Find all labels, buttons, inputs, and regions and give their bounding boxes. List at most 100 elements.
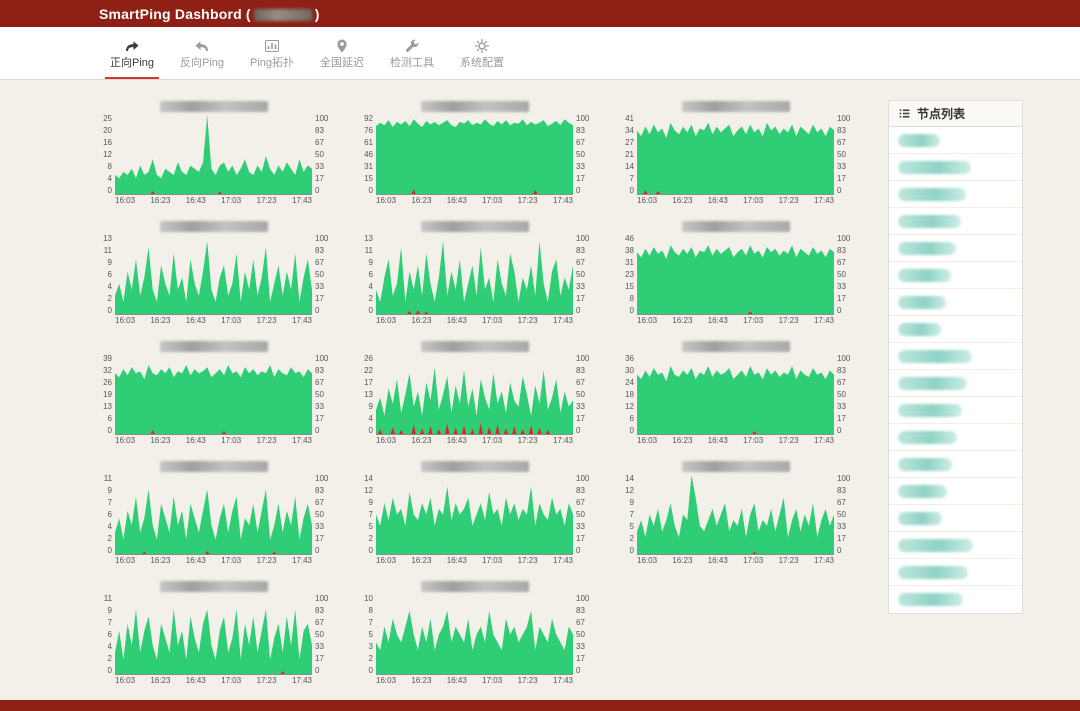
y-tick-left: 0: [629, 306, 634, 315]
x-tick-label: 16:23: [150, 556, 171, 565]
y-tick-right: 17: [576, 654, 585, 663]
y-tick-left: 9: [107, 606, 112, 615]
chart-title-row: [617, 220, 854, 233]
y-tick-left: 2: [107, 534, 112, 543]
y-axis-right: 100 83 67 50 33 17 0: [834, 475, 854, 555]
y-tick-left: 0: [629, 186, 634, 195]
y-tick-left: 12: [103, 150, 112, 159]
node-list-item[interactable]: [889, 532, 1022, 559]
node-list-item[interactable]: [889, 370, 1022, 397]
y-tick-left: 2: [107, 294, 112, 303]
y-tick-right: 67: [576, 258, 585, 267]
y-tick-left: 13: [103, 402, 112, 411]
x-tick-label: 17:43: [813, 556, 834, 565]
charts-grid: 25 20 16 12 8 4 0 100 83 67 50 33 17 0 16:03 16:23 16:…: [95, 100, 854, 686]
ping-chart-card-3[interactable]: 41 34 27 21 14 7 0 100 83 67 50 33 17 0 16:03 16:23 16…: [617, 100, 854, 206]
ping-chart-card-2[interactable]: 92 76 61 46 31 15 0 100 83 67 50 33 17 0 16:03 16:23 1…: [356, 100, 593, 206]
ping-chart-card-12[interactable]: 14 12 9 7 5 2 0 100 83 67 50 33 17 0 16:03 16:23 16:43…: [617, 460, 854, 566]
node-list-item[interactable]: [889, 235, 1022, 262]
x-tick-label: 16:03: [376, 196, 397, 205]
node-list-item[interactable]: [889, 397, 1022, 424]
nav-tab-detection-tools[interactable]: 检测工具: [377, 27, 447, 79]
chart-plot-area: [115, 115, 312, 195]
back-arrow-icon: [194, 38, 210, 54]
x-axis: 16:03 16:23 16:43 17:03 17:23 17:43: [376, 556, 573, 566]
nav-tab-label: 系统配置: [460, 56, 504, 69]
ping-chart-card-8[interactable]: 26 22 17 13 9 4 0 100 83 67 50 33 17 0 16:03 16:23 16:…: [356, 340, 593, 446]
ping-chart-card-9[interactable]: 36 30 24 18 12 6 0 100 83 67 50 33 17 0 16:03 16:23 16…: [617, 340, 854, 446]
nav-tab-system-config[interactable]: 系统配置: [447, 27, 517, 79]
node-list-item[interactable]: [889, 586, 1022, 613]
ping-chart-card-14[interactable]: 10 8 7 5 3 2 0 100 83 67 50 33 17 0 16:03 16:23 16:43 1…: [356, 580, 593, 686]
x-tick-label: 17:23: [256, 436, 277, 445]
nav-tab-national-latency[interactable]: 全国延迟: [307, 27, 377, 79]
chart-title-redacted: [159, 101, 268, 112]
chart-title-redacted: [420, 461, 529, 472]
y-tick-right: 83: [837, 486, 846, 495]
node-list-item[interactable]: [889, 505, 1022, 532]
x-tick-label: 16:03: [115, 436, 136, 445]
ping-chart-card-11[interactable]: 14 12 9 7 5 2 0 100 83 67 50 33 17 0 16:03 16:23 16:43…: [356, 460, 593, 566]
ping-chart-card-1[interactable]: 25 20 16 12 8 4 0 100 83 67 50 33 17 0 16:03 16:23 16:…: [95, 100, 332, 206]
node-list-item[interactable]: [889, 424, 1022, 451]
node-list-item[interactable]: [889, 343, 1022, 370]
x-tick-label: 17:43: [291, 196, 312, 205]
x-tick-label: 16:03: [376, 436, 397, 445]
chart-plot-row: 36 30 24 18 12 6 0 100 83 67 50 33 17 0: [617, 355, 854, 435]
y-axis-left: 14 12 9 7 5 2 0: [617, 475, 637, 555]
area-chart-svg: [115, 365, 312, 434]
node-list-item[interactable]: [889, 208, 1022, 235]
node-list-item[interactable]: [889, 154, 1022, 181]
x-tick-label: 17:43: [552, 556, 573, 565]
ping-chart-card-10[interactable]: 11 9 7 6 4 2 0 100 83 67 50 33 17 0 16:03 16:23 16:43 1…: [95, 460, 332, 566]
chart-plot-row: 39 32 26 19 13 6 0 100 83 67 50 33 17 0: [95, 355, 332, 435]
chart-plot-area: [115, 235, 312, 315]
y-tick-right: 17: [576, 414, 585, 423]
nav-tab-forward-ping[interactable]: 正向Ping: [97, 27, 167, 79]
x-tick-label: 17:03: [482, 196, 503, 205]
area-chart-svg: [637, 245, 834, 314]
list-icon: [898, 107, 911, 120]
ping-chart-card-5[interactable]: 13 11 9 6 4 2 0 100 83 67 50 33 17 0 16:03 16:23 16:43…: [356, 220, 593, 326]
chart-title-row: [356, 460, 593, 473]
x-tick-label: 16:23: [411, 556, 432, 565]
y-tick-left: 14: [625, 474, 634, 483]
node-label-redacted: [898, 268, 951, 282]
y-tick-left: 61: [364, 138, 373, 147]
y-tick-left: 4: [107, 642, 112, 651]
y-tick-right: 50: [315, 150, 324, 159]
y-tick-left: 0: [107, 306, 112, 315]
node-list-item[interactable]: [889, 478, 1022, 505]
node-list-item[interactable]: [889, 289, 1022, 316]
node-list-item[interactable]: [889, 559, 1022, 586]
y-axis-right: 100 83 67 50 33 17 0: [312, 115, 332, 195]
ping-chart-card-13[interactable]: 11 9 7 6 4 2 0 100 83 67 50 33 17 0 16:03 16:23 16:43 1…: [95, 580, 332, 686]
ping-chart-card-4[interactable]: 13 11 9 6 4 2 0 100 83 67 50 33 17 0 16:03 16:23 16:43…: [95, 220, 332, 326]
node-list-item[interactable]: [889, 262, 1022, 289]
y-tick-left: 0: [107, 546, 112, 555]
node-list-item[interactable]: [889, 127, 1022, 154]
node-label-redacted: [898, 133, 940, 147]
x-tick-label: 17:03: [482, 556, 503, 565]
node-label-redacted: [898, 322, 941, 336]
ping-chart-card-6[interactable]: 46 38 31 23 15 8 0 100 83 67 50 33 17 0 16:03 16:23 16…: [617, 220, 854, 326]
y-tick-right: 67: [315, 498, 324, 507]
node-list-item[interactable]: [889, 316, 1022, 343]
y-tick-right: 67: [837, 138, 846, 147]
y-axis-left: 39 32 26 19 13 6 0: [95, 355, 115, 435]
node-list-item[interactable]: [889, 181, 1022, 208]
y-tick-left: 24: [625, 378, 634, 387]
app-title: SmartPing Dashbord (): [99, 6, 320, 22]
x-tick-label: 17:43: [291, 556, 312, 565]
y-tick-right: 0: [576, 666, 581, 675]
y-tick-right: 50: [315, 630, 324, 639]
nav-tab-ping-topology[interactable]: Ping拓扑: [237, 27, 307, 79]
y-tick-left: 11: [364, 246, 373, 255]
forward-arrow-icon: [124, 38, 140, 54]
ping-chart-card-7[interactable]: 39 32 26 19 13 6 0 100 83 67 50 33 17 0 16:03 16:23 16…: [95, 340, 332, 446]
nav-tab-reverse-ping[interactable]: 反向Ping: [167, 27, 237, 79]
x-tick-label: 17:23: [778, 436, 799, 445]
node-list-item[interactable]: [889, 451, 1022, 478]
x-tick-label: 16:43: [446, 316, 467, 325]
y-tick-right: 100: [576, 234, 590, 243]
